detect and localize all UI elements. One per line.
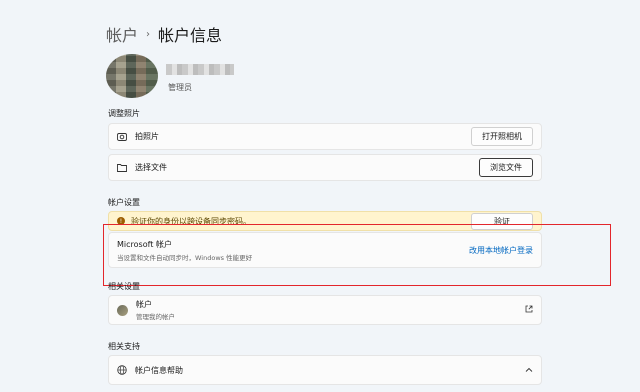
avatar [106,54,158,98]
section-title-photo: 调整照片 [108,109,140,118]
chevron-up-icon[interactable] [525,366,533,375]
breadcrumb: 帐户 › 帐户信息 [106,22,222,46]
camera-label: 拍照片 [135,132,159,141]
blurred-user-name [166,64,234,75]
breadcrumb-parent[interactable]: 帐户 [106,22,138,46]
section-title-related-support: 相关支持 [108,342,140,351]
accounts-item-title: 帐户 [136,300,152,309]
accounts-item-subtitle: 管理我的帐户 [136,313,175,321]
page-title: 帐户信息 [158,26,223,45]
role-label: 管理员 [168,83,192,92]
section-title-account: 帐户设置 [108,198,140,207]
help-title: 帐户信息帮助 [135,365,183,375]
open-camera-button[interactable]: 打开照相机 [471,127,533,146]
user-avatar-icon [117,304,128,316]
camera-icon [117,132,127,142]
highlight-box [103,224,611,286]
file-card: 选择文件 浏览文件 [108,154,542,181]
browse-files-button[interactable]: 浏览文件 [479,158,533,177]
help-expander[interactable]: 帐户信息帮助 [108,355,542,385]
globe-icon [117,365,127,375]
file-label: 选择文件 [135,163,167,172]
chevron-right-icon: › [146,28,151,40]
external-link-icon [525,305,533,315]
section-title-related-settings: 相关设置 [108,282,140,291]
folder-icon [117,163,127,173]
accounts-link-card[interactable]: 帐户 管理我的帐户 [108,295,542,325]
camera-card: 拍照片 打开照相机 [108,123,542,150]
